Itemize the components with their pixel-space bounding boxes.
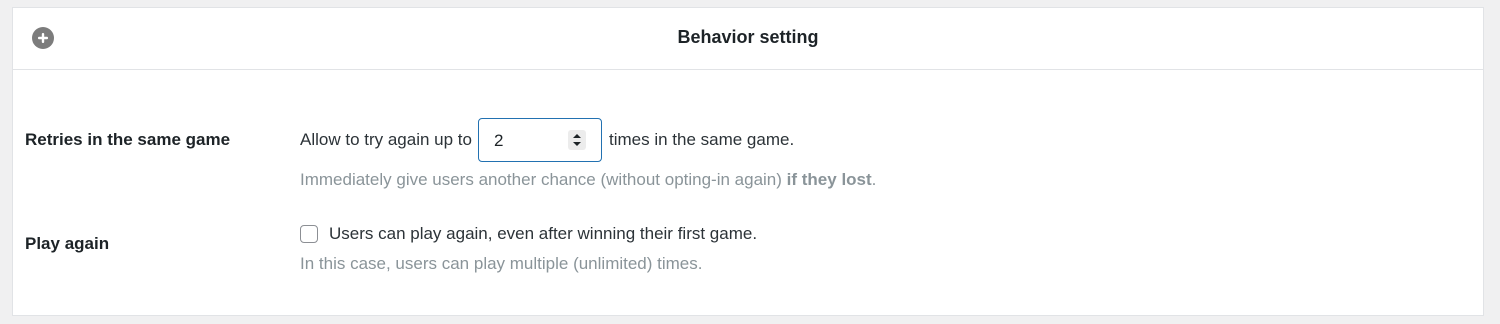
play-again-label: Play again	[25, 234, 110, 253]
retries-number-input[interactable]: 2	[477, 118, 602, 162]
retries-hint-end: .	[871, 170, 877, 189]
retries-prefix: Allow to try again up to	[300, 130, 472, 149]
retries-hint-text: Immediately give users another chance (w…	[300, 170, 787, 189]
spinner-arrows-icon[interactable]	[567, 130, 586, 150]
panel-header: Behavior setting	[13, 8, 1483, 70]
retries-label: Retries in the same game	[25, 130, 231, 149]
retries-suffix: times in the same game.	[608, 130, 795, 149]
play-again-content: Users can play again, even after winning…	[300, 224, 1483, 274]
play-again-checkbox-label[interactable]: Users can play again, even after winning…	[329, 224, 757, 244]
play-again-checkbox[interactable]	[300, 225, 318, 243]
retries-content: Allow to try again up to 2 times in the …	[300, 118, 1483, 190]
retries-number-value[interactable]: 2	[494, 131, 503, 151]
behavior-settings-panel: Behavior setting Retries in the same gam…	[12, 7, 1484, 316]
panel-title: Behavior setting	[677, 27, 819, 47]
retries-hint-bold: if they lost	[786, 170, 872, 189]
play-again-line: Users can play again, even after winning…	[300, 224, 1483, 244]
retries-line: Allow to try again up to 2 times in the …	[300, 118, 1483, 162]
play-again-hint: In this case, users can play multiple (u…	[300, 254, 703, 273]
retries-hint: Immediately give users another chance (w…	[300, 170, 1483, 190]
